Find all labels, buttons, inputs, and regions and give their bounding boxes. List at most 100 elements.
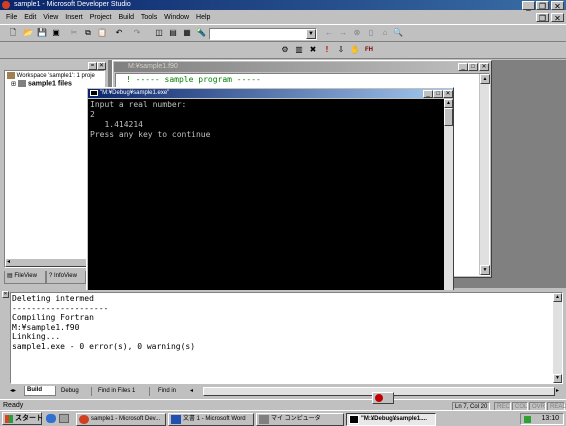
output-scroll-right-icon[interactable]: ▸ [556,387,559,396]
doc-restore-button[interactable]: ❐ [536,13,549,23]
tab-debug[interactable]: Debug [58,387,92,396]
output-scroll-up-icon[interactable]: ▲ [553,293,562,302]
console-icon [90,90,98,96]
cut-icon[interactable]: ✂ [67,27,81,40]
scroll-up-icon[interactable]: ▲ [480,74,490,84]
menu-project[interactable]: Project [90,14,112,21]
console-maximize-button[interactable]: □ [433,90,443,98]
fortran-icon[interactable]: FH [362,44,376,57]
editor-maximize-button[interactable]: □ [468,63,478,71]
stop-build-icon[interactable]: ✖ [306,44,320,57]
home-icon[interactable]: ⌂ [378,27,392,40]
output-vscroll[interactable]: ▲ ▼ [553,293,562,383]
task-word[interactable]: 文書 1 - Microsoft Word [168,413,254,426]
tab-find-in-files-2[interactable]: Find in [154,387,188,396]
open-icon[interactable]: 📂 [21,27,35,40]
refresh-icon[interactable]: ▯ [364,27,378,40]
workspace-icon-small [7,72,15,79]
stop-icon[interactable]: ⊗ [350,27,364,40]
ime-icon [375,394,383,402]
save-icon[interactable]: 💾 [35,27,49,40]
menu-tools[interactable]: Tools [141,14,157,21]
workspace-icon[interactable]: ◫ [152,27,166,40]
new-icon[interactable]: 🗋 [6,27,20,40]
tree-root[interactable]: Workspace 'sample1': 1 proje [7,72,95,79]
output-icon[interactable]: ▤ [166,27,180,40]
doc-close-button[interactable]: ✕ [551,13,564,23]
restore-button[interactable]: ❐ [536,1,549,11]
tab-scroll-arrows[interactable]: ◂▸ [10,387,16,396]
console-scroll-thumb[interactable] [444,108,453,126]
console-scroll-up-icon[interactable]: ▲ [444,99,453,108]
breakpoint-icon[interactable]: ✋ [348,44,362,57]
tab-infoview[interactable]: ? InfoView [46,271,86,284]
output-scroll-down-icon[interactable]: ▼ [553,374,562,383]
pane-dock-icon[interactable]: = [88,62,97,70]
task-console[interactable]: "M:¥Debug¥sample1.... [346,413,436,426]
execute-icon[interactable]: ! [320,44,334,57]
editor-title: M:¥sample1.f90 [128,63,178,70]
output-close-icon[interactable]: ✕ [2,291,9,298]
project-icon [17,80,26,87]
editor-minimize-button[interactable]: _ [458,63,468,71]
window-list-icon[interactable]: ▦ [180,27,194,40]
task-devstudio[interactable]: sample1 - Microsoft Dev... [76,413,166,426]
task-my-computer[interactable]: マイ コンピュータ [256,413,344,426]
clock: 13:10 [541,415,559,422]
find-combo[interactable]: ▼ [209,28,317,40]
forward-icon[interactable]: → [336,27,350,40]
menu-bar: File Edit View Insert Project Build Tool… [6,12,215,23]
go-icon[interactable]: ⇩ [334,44,348,57]
scroll-left-icon[interactable]: ◂ [7,258,10,265]
redo-icon[interactable]: ↷ [130,27,144,40]
compile-icon[interactable]: ⚙ [278,44,292,57]
back-icon[interactable]: ← [322,27,336,40]
start-button[interactable]: スタート [2,412,43,425]
save-all-icon[interactable]: ▣ [49,27,63,40]
ie-quicklaunch-icon[interactable] [46,414,56,423]
output-line: Deleting intermed [12,294,94,303]
ime-indicator[interactable] [372,392,394,404]
find-in-files-icon[interactable]: 🔦 [194,27,208,40]
taskbar: スタート sample1 - Microsoft Dev... 文書 1 - M… [0,410,566,426]
paste-icon[interactable]: 📋 [95,27,109,40]
build-icon[interactable]: ▥ [292,44,306,57]
menu-build[interactable]: Build [118,14,134,21]
console-minimize-button[interactable]: _ [423,90,433,98]
tree-project[interactable]: ⊞ sample1 files [11,80,72,87]
menu-window[interactable]: Window [164,14,189,21]
system-tray: 13:10 [520,413,564,425]
output-line: sample1.exe - 0 error(s), 0 warning(s) [12,341,196,351]
output-tab-strip: ◂▸ Build Debug Find in Files 1 Find in ◂… [10,386,563,397]
menu-file[interactable]: File [6,14,17,21]
editor-vscroll[interactable]: ▲ ▼ [479,74,490,275]
output-text-area[interactable]: Deleting intermed -------------------- Com… [10,292,563,384]
search-icon[interactable]: 🔍 [391,27,405,40]
windows-logo-icon [5,415,13,423]
minimize-button[interactable]: _ [522,1,535,11]
close-button[interactable]: ✕ [551,1,564,11]
project-label: sample1 files [27,80,72,88]
expand-icon[interactable]: ⊞ [11,81,16,87]
devstudio-icon [79,415,89,424]
menu-insert[interactable]: Insert [65,14,83,21]
editor-close-button[interactable]: ✕ [479,63,489,71]
menu-edit[interactable]: Edit [24,14,36,21]
menu-view[interactable]: View [43,14,58,21]
output-line: M:¥sample1.f90 [12,322,80,332]
tab-scroll-left-icon[interactable]: ◂ [190,387,193,396]
app-title-bar: sample1 - Microsoft Developer Studio [0,0,566,10]
tray-icon[interactable] [524,416,531,423]
desktop-quicklaunch-icon[interactable] [59,414,69,423]
scroll-down-icon[interactable]: ▼ [480,265,490,275]
undo-icon[interactable]: ↶ [112,27,126,40]
copy-icon[interactable]: ⧉ [81,27,95,40]
workspace-root-label: Workspace 'sample1': 1 proje [16,73,95,80]
chevron-down-icon[interactable]: ▼ [306,29,316,39]
tab-fileview[interactable]: ▤ FileView [4,271,46,284]
tab-build[interactable]: Build [24,386,56,396]
console-close-button[interactable]: ✕ [443,90,453,98]
tab-find-in-files-1[interactable]: Find in Files 1 [94,387,150,396]
menu-help[interactable]: Help [196,14,210,21]
pane-close-icon[interactable]: ✕ [97,62,106,70]
